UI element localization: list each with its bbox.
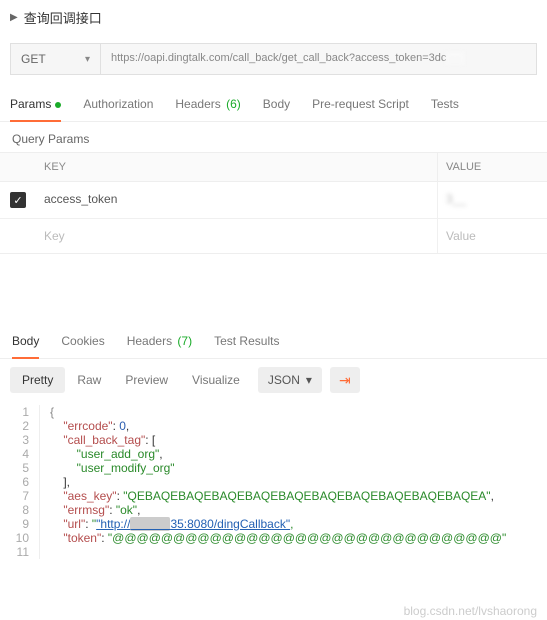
view-visualize[interactable]: Visualize xyxy=(180,367,252,393)
tab-tests[interactable]: Tests xyxy=(431,87,459,121)
chevron-down-icon: ▾ xyxy=(85,54,90,65)
col-key: KEY xyxy=(36,153,437,181)
tab-resp-headers[interactable]: Headers (7) xyxy=(127,324,192,358)
table-header: KEY VALUE xyxy=(0,153,547,182)
section-title: 查询回调接口 xyxy=(24,8,102,27)
view-raw[interactable]: Raw xyxy=(65,367,113,393)
table-row[interactable]: ✓ access_token 3__ xyxy=(0,182,547,219)
request-url-input[interactable]: https://oapi.dingtalk.com/call_back/get_… xyxy=(101,44,536,74)
response-body[interactable]: 1{ 2 "errcode": 0, 3 "call_back_tag": [ … xyxy=(0,401,547,569)
tab-resp-body[interactable]: Body xyxy=(12,324,39,358)
tab-body[interactable]: Body xyxy=(263,87,290,121)
chevron-down-icon: ▾ xyxy=(306,373,312,387)
status-dot-icon xyxy=(55,102,61,108)
view-preview[interactable]: Preview xyxy=(113,367,180,393)
format-select[interactable]: JSON▾ xyxy=(258,367,322,393)
query-params-title: Query Params xyxy=(0,122,547,152)
watermark-text: blog.csdn.net/lvshaorong xyxy=(404,604,537,618)
tab-params[interactable]: Params xyxy=(10,87,61,121)
tab-resp-cookies[interactable]: Cookies xyxy=(61,324,104,358)
wrap-lines-button[interactable]: ⇥ xyxy=(330,367,360,393)
param-value[interactable]: 3__ xyxy=(437,182,547,218)
row-checkbox[interactable]: ✓ xyxy=(0,182,36,218)
param-key-input[interactable]: Key xyxy=(36,219,437,253)
tab-resp-results[interactable]: Test Results xyxy=(214,324,279,358)
tab-authorization[interactable]: Authorization xyxy=(83,87,153,121)
url-bar: GET ▾ https://oapi.dingtalk.com/call_bac… xyxy=(10,43,537,75)
check-icon: ✓ xyxy=(10,192,26,208)
request-tabs: Params Authorization Headers (6) Body Pr… xyxy=(0,87,547,122)
section-header[interactable]: ▶ 查询回调接口 xyxy=(0,0,547,35)
param-key[interactable]: access_token xyxy=(36,182,437,218)
http-method-select[interactable]: GET ▾ xyxy=(11,44,101,74)
table-row-new[interactable]: Key Value xyxy=(0,219,547,253)
response-tabs: Body Cookies Headers (7) Test Results xyxy=(0,324,547,359)
query-params-table: KEY VALUE ✓ access_token 3__ Key Value xyxy=(0,152,547,254)
param-value-input[interactable]: Value xyxy=(437,219,547,253)
response-toolbar: Pretty Raw Preview Visualize JSON▾ ⇥ xyxy=(0,359,547,401)
col-value: VALUE xyxy=(437,153,547,181)
expand-icon: ▶ xyxy=(10,12,18,23)
view-pretty[interactable]: Pretty xyxy=(10,367,65,393)
tab-prerequest[interactable]: Pre-request Script xyxy=(312,87,409,121)
tab-headers[interactable]: Headers (6) xyxy=(175,87,240,121)
